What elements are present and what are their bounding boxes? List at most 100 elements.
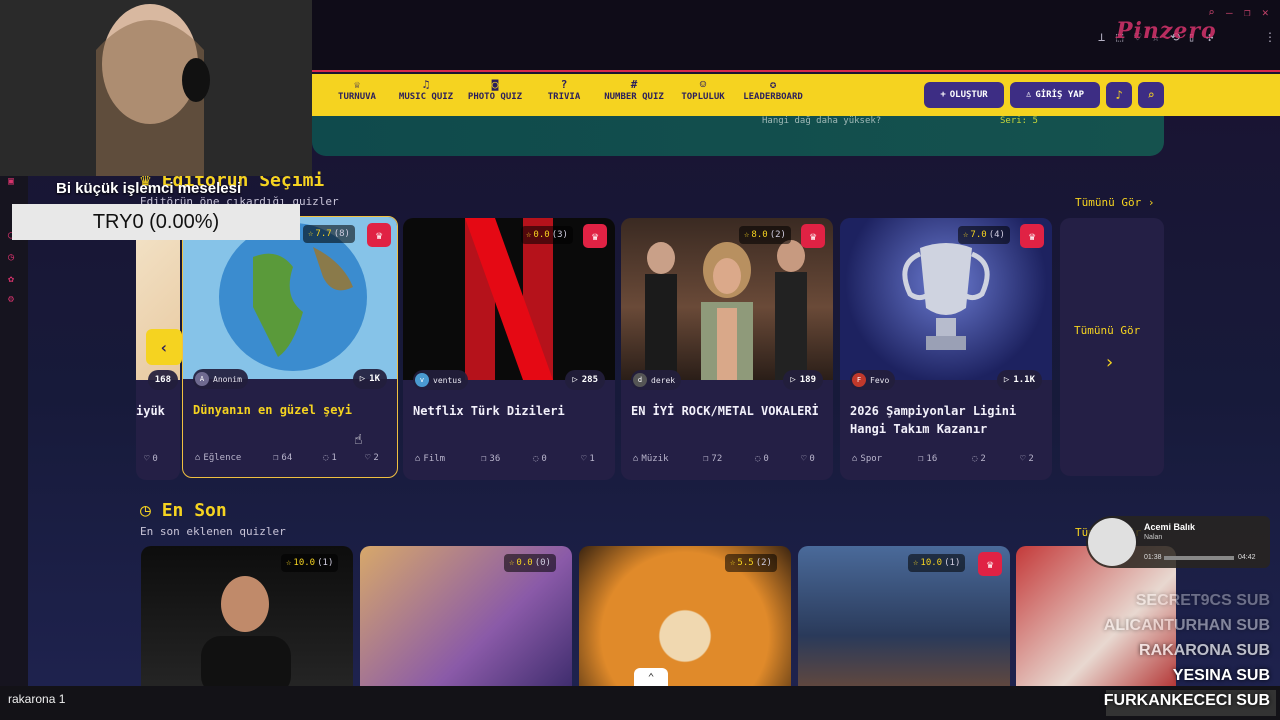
author-badge[interactable]: F Fevo [850,370,896,390]
nav-label: TURNUVA [338,92,376,102]
avatar: A [195,372,209,386]
comment-count: ◌ 0 [755,454,769,464]
rating-badge: ☆ 5.5 (2) [725,554,777,572]
progress-track [1164,556,1234,560]
play-icon: ▷ [572,375,578,385]
webcam-feed [0,0,312,176]
play-icon: ▷ [790,375,796,385]
song-artist: Nalan [1144,534,1163,541]
star-icon: ☆ [509,558,515,568]
nav-item-photo-quiz[interactable]: ◙ PHOTO QUIZ [458,78,532,112]
copy-icon: ❐ [273,453,279,463]
likes: ♡ 0 [144,454,158,464]
category[interactable]: ⌂ Film [415,454,445,464]
rating-count: (8) [333,229,350,239]
card-title[interactable]: Netflix Türk Dizileri [413,402,607,420]
nav-item-number-quiz[interactable]: # NUMBER QUIZ [597,78,671,112]
plays-badge: 168 [147,370,178,390]
rating-value: 10.0 [293,558,316,568]
see-all-link-editor[interactable]: Tümünü Gör › [1075,196,1154,209]
tag-icon: ⌂ [415,454,421,464]
rating-value: 5.5 [737,558,754,568]
chevron-left-icon: ‹ [159,337,169,357]
card-title[interactable]: 2026 Şampiyonlar Ligini Hangi Takım Kaza… [850,402,1044,438]
create-button[interactable]: + OLUŞTUR [924,82,1004,108]
author-name: Anonim [213,374,242,384]
likes-count: 0 [152,454,158,464]
comment-count-value: 0 [541,454,547,464]
login-button[interactable]: ♙ GİRİŞ YAP [1010,82,1100,108]
quiz-card[interactable]: ☆ 7.7 (8) ♛ A Anonim ▷ 1K Dünyanın en gü… [182,216,398,478]
scroll-top-button[interactable]: ⌃ [634,668,668,686]
chat-message: rakarona 1 [8,692,65,706]
category[interactable]: ⌂ Spor [852,454,882,464]
nav-item-turnuva[interactable]: ♕ TURNUVA [320,78,394,112]
comment-count: ◌ 2 [972,454,986,464]
heart-icon: ♡ [1020,454,1026,464]
album-art [1088,518,1136,566]
hero-banner[interactable]: Hangi dağ daha yüksek? Seri: 5 [312,116,1164,156]
category-label: Film [423,454,446,464]
quiz-card[interactable]: ☆ 7.0 (4) ♛ F Fevo ▷ 1.1K 2026 Şampiyonl… [840,218,1052,480]
card-title[interactable]: EN İYİ ROCK/METAL VOKALERİ [631,402,825,420]
notifications-button[interactable]: ♪ [1106,82,1132,108]
search-button[interactable]: ⌕ [1138,82,1164,108]
avatar: F [852,373,866,387]
copy-icon: ❐ [918,454,924,464]
chevron-right-icon: › [1147,196,1155,209]
like-count[interactable]: ♡ 1 [581,454,595,464]
question-count: ❐ 36 [481,454,500,464]
nav-item-topluluk[interactable]: ☺ TOPLULUK [666,78,740,112]
see-all-card[interactable]: Tümünü Gör › [1060,218,1164,476]
rating-badge: ☆ 10.0 (1) [908,554,966,572]
heart-icon: ♡ [365,453,371,463]
like-count[interactable]: ♡ 2 [1020,454,1034,464]
like-count[interactable]: ♡ 2 [365,453,379,463]
streamer-silhouette [0,0,312,176]
plays-count: 1.1K [1013,375,1035,385]
sub-alert-latest: FURKANKECECI SUB [1103,692,1270,709]
latest-quiz-card[interactable]: ☆ 5.5 (2) [579,546,791,696]
twitch-icon: ▣ [8,176,15,187]
clock-icon: ◷ [8,252,15,263]
like-count[interactable]: ♡ 0 [801,454,815,464]
author-badge[interactable]: v ventus [413,370,468,390]
author-badge[interactable]: d derek [631,370,682,390]
rating-value: 7.7 [315,229,332,239]
card-title[interactable]: Dünyanın en güzel şeyi [193,401,387,419]
nav-item-leaderboard[interactable]: ✪ LEADERBOARD [736,78,810,112]
question-count-value: 36 [489,454,501,464]
category[interactable]: ⌂ Müzik [633,454,669,464]
section-subtitle-latest: En son eklenen quizler [140,525,286,538]
pin-icon[interactable]: ⊥ [1098,30,1105,44]
card-title: iyük [136,404,165,418]
quiz-card[interactable]: ☆ 8.0 (2) ♛ d derek ▷ 189 EN İYİ ROCK/ME… [621,218,833,480]
latest-quiz-card[interactable]: ☆ 0.0 (0) [360,546,572,696]
see-all-card-label: Tümünü Gör [1074,324,1141,337]
more-icon[interactable]: ⋮ [1264,30,1276,44]
nav-item-trivia[interactable]: ? TRIVIA [527,78,601,112]
quiz-card[interactable]: ☆ 0.0 (3) ♛ v ventus ▷ 285 Netflix Türk … [403,218,615,480]
featured-crown-icon: ♛ [1020,224,1044,248]
carousel-prev-button[interactable]: ‹ [146,329,182,365]
latest-quiz-card[interactable]: ☆ 10.0 (1) [141,546,353,696]
restore-icon[interactable]: ❐ [1244,6,1251,19]
category[interactable]: ⌂ Eğlence [195,453,241,463]
comment-icon: ◌ [755,454,761,464]
author-badge[interactable]: A Anonim [193,369,248,389]
rating-badge: ☆ 0.0 (3) [521,226,573,244]
latest-quiz-card[interactable]: ☆ 10.0 (1) ♛ [798,546,1010,696]
site-logo[interactable]: Pinzero [1116,18,1240,52]
rating-count: (4) [988,230,1005,240]
rating-count: (1) [944,558,961,568]
rating-count: (2) [769,230,786,240]
question-count: ❐ 16 [918,454,937,464]
plays-badge: ▷ 189 [783,370,823,390]
close-icon[interactable]: ✕ [1262,6,1269,19]
music-player-widget: Acemi Balık Nalan 01:38 04:42 [1086,516,1270,568]
featured-crown-icon: ♛ [978,552,1002,576]
nav-item-music-quiz[interactable]: ♫ MUSIC QUIZ [389,78,463,112]
nav-label: PHOTO QUIZ [467,92,523,102]
nav-label: MUSIC QUIZ [398,92,454,102]
nav-label: TOPLULUK [681,92,725,102]
